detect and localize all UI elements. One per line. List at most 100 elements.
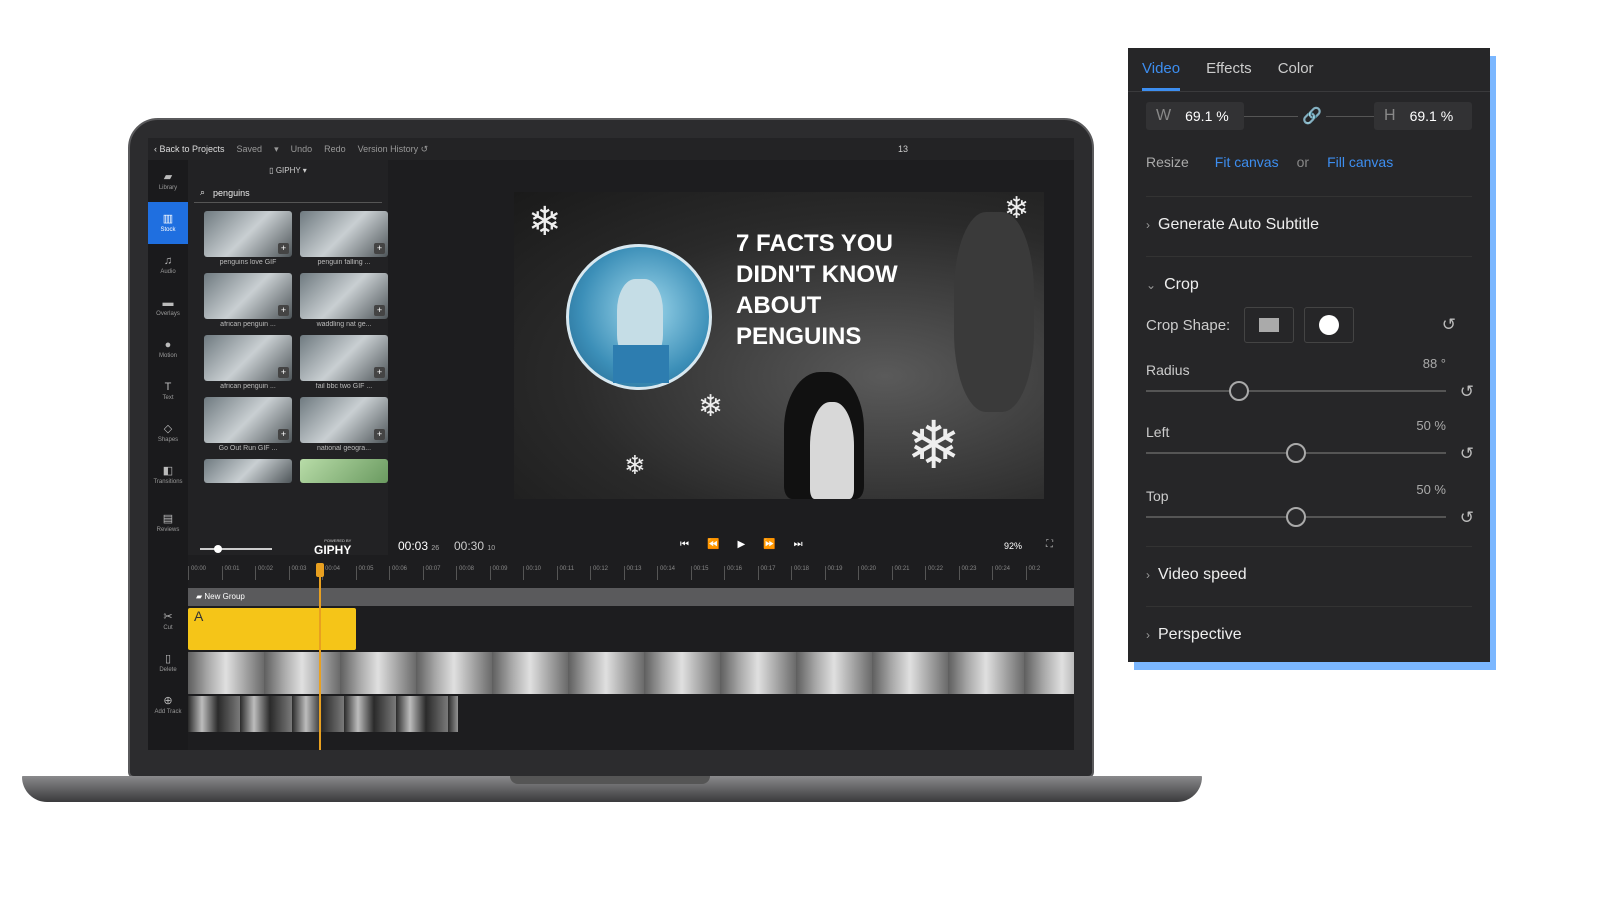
- properties-panel: Video Effects Color W 69.1 % 🔗 H 69.1 % Re…: [1128, 48, 1490, 662]
- media-item[interactable]: + penguin falling ...: [300, 211, 388, 269]
- media-thumbnail[interactable]: +: [204, 273, 292, 319]
- sidebar-item-text[interactable]: T Text: [148, 370, 188, 412]
- preview-title[interactable]: 7 FACTS YOU DIDN'T KNOW ABOUT PENGUINS: [736, 228, 1036, 352]
- width-value[interactable]: 69.1 %: [1185, 108, 1229, 124]
- video-preview[interactable]: 7 FACTS YOU DIDN'T KNOW ABOUT PENGUINS ❄…: [514, 192, 1044, 499]
- rectangle-shape-button[interactable]: [1244, 307, 1295, 343]
- ruler-tick: 00:11: [556, 566, 591, 580]
- media-item[interactable]: + african penguin ...: [204, 335, 292, 393]
- redo-button[interactable]: Redo: [324, 144, 346, 154]
- slider-knob[interactable]: [1229, 381, 1249, 401]
- perspective-section[interactable]: › Perspective: [1146, 626, 1242, 644]
- text-clip[interactable]: A: [188, 608, 356, 650]
- undo-button[interactable]: Undo: [291, 144, 313, 154]
- height-field[interactable]: H 69.1 %: [1374, 102, 1472, 130]
- media-item[interactable]: [204, 459, 292, 483]
- sidebar-item-stock[interactable]: ▥ Stock: [148, 202, 188, 244]
- add-icon[interactable]: +: [278, 243, 289, 254]
- media-thumbnail[interactable]: +: [204, 335, 292, 381]
- generate-auto-subtitle-section[interactable]: › Generate Auto Subtitle: [1146, 216, 1319, 234]
- zoom-level[interactable]: 92%: [1004, 541, 1022, 551]
- video-track-secondary[interactable]: [188, 696, 458, 732]
- fit-canvas-link[interactable]: Fit canvas: [1215, 154, 1279, 170]
- media-thumbnail[interactable]: +: [204, 211, 292, 257]
- sidebar-item-library[interactable]: ▰ Library: [148, 160, 188, 202]
- skip-start-icon[interactable]: ⏮: [680, 539, 689, 550]
- fill-canvas-link[interactable]: Fill canvas: [1327, 154, 1393, 170]
- reset-icon[interactable]: ↺: [1460, 444, 1474, 464]
- sidebar-item-motion[interactable]: ● Motion: [148, 328, 188, 370]
- slider-track[interactable]: [1146, 443, 1446, 463]
- media-item[interactable]: + waddling nat ge...: [300, 273, 388, 331]
- reset-icon[interactable]: ↺: [1460, 382, 1474, 402]
- source-label: GIPHY: [275, 166, 301, 175]
- add-icon[interactable]: +: [278, 367, 289, 378]
- version-history-button[interactable]: Version History ↺: [358, 144, 429, 155]
- delete-tool[interactable]: ▯ Delete: [148, 642, 188, 684]
- add-icon[interactable]: +: [374, 305, 385, 316]
- add-icon[interactable]: +: [278, 429, 289, 440]
- thumbnail-size-slider[interactable]: [200, 545, 272, 553]
- link-icon[interactable]: 🔗: [1298, 105, 1326, 126]
- reset-icon[interactable]: ↺: [1442, 315, 1456, 335]
- media-item[interactable]: + Go Out Run GIF ...: [204, 397, 292, 455]
- rewind-icon[interactable]: ⏪: [707, 539, 719, 550]
- skip-end-icon[interactable]: ⏭: [794, 539, 803, 550]
- media-thumbnail[interactable]: +: [204, 397, 292, 443]
- sidebar-item-overlays[interactable]: ▬ Overlays: [148, 286, 188, 328]
- media-item[interactable]: + national geogra...: [300, 397, 388, 455]
- add-track-tool[interactable]: ⊕ Add Track: [148, 684, 188, 726]
- media-thumbnail[interactable]: +: [300, 335, 388, 381]
- circle-shape-button[interactable]: [1304, 307, 1355, 343]
- slider-knob[interactable]: [214, 545, 222, 553]
- media-item[interactable]: + african penguin ...: [204, 273, 292, 331]
- media-thumbnail[interactable]: [204, 459, 292, 483]
- tab-effects[interactable]: Effects: [1206, 48, 1252, 91]
- cut-tool[interactable]: ✂ Cut: [148, 600, 188, 642]
- fast-forward-icon[interactable]: ⏩: [763, 539, 775, 550]
- add-icon[interactable]: +: [278, 305, 289, 316]
- media-item[interactable]: [300, 459, 388, 483]
- sidebar-item-reviews[interactable]: ▤ Reviews: [148, 502, 188, 544]
- play-icon[interactable]: ▶: [737, 539, 745, 550]
- chevron-right-icon: ›: [1146, 568, 1150, 582]
- sidebar-item-shapes[interactable]: ◇ Shapes: [148, 412, 188, 454]
- media-grid: + penguins love GIF + penguin falling ... …: [188, 203, 388, 483]
- media-thumbnail[interactable]: [300, 459, 388, 483]
- history-icon: ↺: [420, 143, 429, 154]
- chevron-down-icon[interactable]: ▾: [274, 144, 279, 155]
- add-icon[interactable]: +: [374, 367, 385, 378]
- sidebar-item-audio[interactable]: ♫ Audio: [148, 244, 188, 286]
- add-icon[interactable]: +: [374, 243, 385, 254]
- scissors-icon: ✂: [163, 610, 173, 623]
- fullscreen-icon[interactable]: ⛶: [1046, 539, 1053, 550]
- sidebar-item-transitions[interactable]: ◧ Transitions: [148, 454, 188, 496]
- snowflake-icon: ❄: [624, 450, 646, 480]
- crop-section[interactable]: ⌄ Crop: [1146, 276, 1199, 294]
- back-to-projects-link[interactable]: ‹ Back to Projects: [154, 144, 225, 154]
- circle-icon: [1319, 315, 1340, 335]
- tool-label: Delete: [159, 666, 177, 673]
- media-thumbnail[interactable]: +: [300, 397, 388, 443]
- media-thumbnail[interactable]: +: [300, 211, 388, 257]
- laptop-base: [22, 776, 1202, 802]
- width-field[interactable]: W 69.1 %: [1146, 102, 1244, 130]
- reset-icon[interactable]: ↺: [1460, 508, 1474, 528]
- cropped-circle-clip[interactable]: [566, 244, 712, 390]
- media-item[interactable]: + penguins love GIF: [204, 211, 292, 269]
- tab-color[interactable]: Color: [1278, 48, 1314, 91]
- slider-knob[interactable]: [1286, 507, 1306, 527]
- playhead[interactable]: [316, 563, 324, 750]
- media-item[interactable]: + fail bbc two GIF ...: [300, 335, 388, 393]
- tab-video[interactable]: Video: [1142, 48, 1181, 91]
- slider-track[interactable]: [1146, 507, 1446, 527]
- search-field[interactable]: ⌕ penguins: [194, 183, 382, 203]
- source-dropdown[interactable]: ▯ GIPHY ▾: [188, 160, 388, 175]
- video-speed-section[interactable]: › Video speed: [1146, 566, 1247, 584]
- height-value[interactable]: 69.1 %: [1410, 108, 1454, 124]
- slider-knob[interactable]: [1286, 443, 1306, 463]
- add-icon[interactable]: +: [374, 429, 385, 440]
- slider-track[interactable]: [1146, 381, 1446, 401]
- search-input[interactable]: penguins: [213, 188, 250, 198]
- media-thumbnail[interactable]: +: [300, 273, 388, 319]
